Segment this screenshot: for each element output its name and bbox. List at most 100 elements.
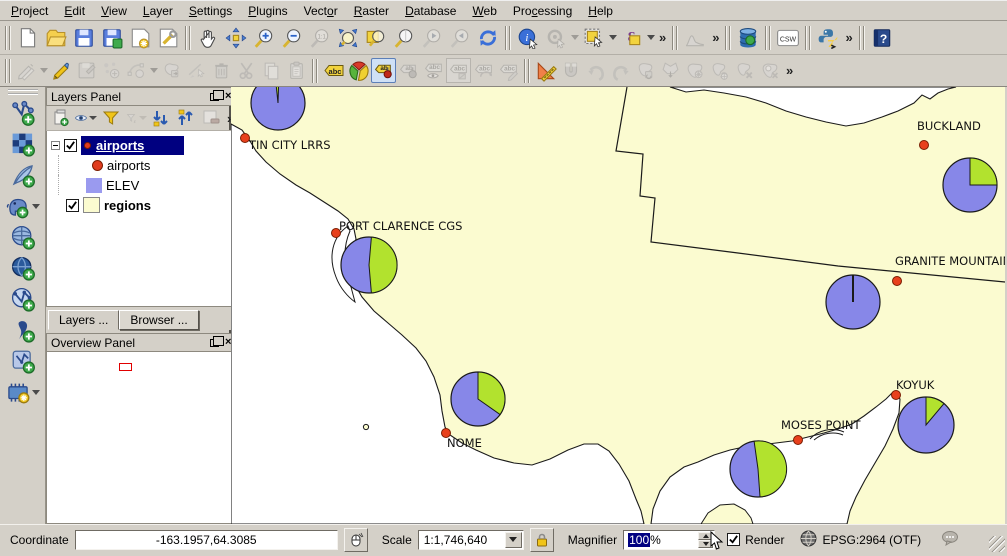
add-group-icon[interactable] <box>49 107 73 129</box>
new-project-icon[interactable] <box>14 24 42 52</box>
overview-extent-rectangle[interactable] <box>119 363 132 371</box>
select-features-dropdown[interactable] <box>609 35 617 40</box>
delete-selected-icon[interactable] <box>209 58 234 83</box>
add-wfs-layer-icon[interactable] <box>5 284 41 314</box>
collapse-expander-icon[interactable] <box>51 141 60 150</box>
menu-view[interactable]: View <box>94 3 134 19</box>
delete-part-icon[interactable] <box>733 58 758 83</box>
add-postgis-layer-icon[interactable] <box>1 191 45 221</box>
menu-plugins[interactable]: Plugins <box>241 3 294 19</box>
menu-project[interactable]: Project <box>4 3 55 19</box>
reshape-features-icon[interactable] <box>633 58 658 83</box>
add-vector-layer-icon[interactable] <box>5 98 41 128</box>
identify-features-icon[interactable]: i <box>514 24 542 52</box>
layer-label-regions[interactable]: regions <box>104 198 151 213</box>
zoom-next-icon[interactable] <box>446 24 474 52</box>
attribute-statistics-icon[interactable] <box>681 24 709 52</box>
menu-help[interactable]: Help <box>581 3 620 19</box>
add-feature-icon[interactable] <box>99 58 124 83</box>
new-shapefile-layer-icon[interactable] <box>5 346 41 376</box>
menu-settings[interactable]: Settings <box>182 3 239 19</box>
redo-icon[interactable] <box>608 58 633 83</box>
legend-row-airports-symbol[interactable]: airports <box>51 155 239 175</box>
add-spatialite-layer-icon[interactable] <box>5 222 41 252</box>
python-console-icon[interactable] <box>814 24 842 52</box>
rotate-label-icon[interactable]: abc <box>471 58 496 83</box>
show-hide-labels-icon[interactable]: abc <box>421 58 446 83</box>
magnifier-spinbox[interactable]: 100% <box>623 530 715 550</box>
statistics-overflow-icon[interactable]: » <box>709 30 722 45</box>
crs-status[interactable]: EPSG:2964 (OTF) <box>822 533 921 547</box>
save-project-as-icon[interactable] <box>98 24 126 52</box>
scale-combo[interactable]: 1:1,746,640 <box>418 530 524 550</box>
tab-layers[interactable]: Layers ... <box>48 310 119 330</box>
menu-processing[interactable]: Processing <box>506 3 579 19</box>
pin-unpin-labels-icon[interactable]: ab <box>371 58 396 83</box>
add-part-icon[interactable] <box>708 58 733 83</box>
toolbar-handle[interactable] <box>4 26 12 50</box>
undo-icon[interactable] <box>583 58 608 83</box>
add-oracle-layer-icon[interactable] <box>5 315 41 345</box>
resize-grip[interactable] <box>989 536 1005 552</box>
run-feature-action-icon[interactable] <box>542 24 570 52</box>
zoom-to-layer-icon[interactable] <box>362 24 390 52</box>
add-wms-layer-icon[interactable] <box>5 253 41 283</box>
map-canvas[interactable]: TIN CITY LRRS PORT CLARENCE CGS BUCKLAND… <box>231 87 1005 524</box>
rotate-feature-icon[interactable] <box>658 58 683 83</box>
save-project-icon[interactable] <box>70 24 98 52</box>
python-overflow-icon[interactable]: » <box>842 30 855 45</box>
cut-features-icon[interactable] <box>234 58 259 83</box>
zoom-native-icon[interactable]: 1:1 <box>306 24 334 52</box>
help-contents-icon[interactable]: ? <box>868 24 896 52</box>
offset-curve-icon[interactable] <box>184 58 209 83</box>
move-feature-icon[interactable] <box>159 58 184 83</box>
regions-checkbox[interactable] <box>66 199 79 212</box>
legend-row-elev[interactable]: ELEV <box>51 175 239 195</box>
save-layer-edits-icon[interactable] <box>74 58 99 83</box>
layer-row-airports[interactable]: airports <box>51 135 239 155</box>
snapping-options-icon[interactable] <box>558 58 583 83</box>
zoom-last-icon[interactable] <box>418 24 446 52</box>
scale-dropdown-icon[interactable] <box>505 532 522 548</box>
layer-label-airports[interactable]: airports <box>96 138 144 153</box>
toggle-extents-mouse-icon[interactable] <box>344 528 368 552</box>
toolbar1-overflow-icon[interactable]: » <box>656 30 669 45</box>
zoom-out-icon[interactable] <box>278 24 306 52</box>
collapse-all-icon[interactable] <box>174 107 198 129</box>
add-raster-layer-icon[interactable] <box>5 129 41 159</box>
change-label-icon[interactable]: abc <box>496 58 521 83</box>
add-delimited-text-layer-icon[interactable] <box>5 160 41 190</box>
crs-globe-icon[interactable] <box>800 530 817 550</box>
processing-toolbox-icon[interactable] <box>1 377 45 407</box>
menu-edit[interactable]: Edit <box>57 3 92 19</box>
refresh-map-icon[interactable] <box>474 24 502 52</box>
remove-layer-icon[interactable] <box>199 107 223 129</box>
toggle-editing-icon[interactable] <box>49 58 74 83</box>
layer-row-regions[interactable]: regions <box>51 195 239 215</box>
zoom-in-icon[interactable] <box>250 24 278 52</box>
delete-ring-icon[interactable] <box>758 58 783 83</box>
vtoolbar-handle[interactable] <box>8 89 38 95</box>
filter-legend-icon[interactable] <box>99 107 123 129</box>
toolbar2-overflow-icon[interactable]: » <box>783 63 796 78</box>
overview-map[interactable] <box>46 352 240 524</box>
node-tool-icon[interactable] <box>124 58 149 83</box>
composer-manager-icon[interactable] <box>154 24 182 52</box>
pan-to-selection-icon[interactable] <box>222 24 250 52</box>
layer-labeling-options-icon[interactable]: abc <box>321 58 346 83</box>
render-checkbox[interactable] <box>727 533 740 546</box>
menu-vector[interactable]: Vector <box>297 3 345 19</box>
deselect-dropdown[interactable] <box>647 35 655 40</box>
current-edits-dropdown[interactable] <box>40 68 48 73</box>
manage-layer-visibility-icon[interactable] <box>74 107 98 129</box>
current-edits-icon[interactable] <box>14 58 39 83</box>
copy-features-icon[interactable] <box>259 58 284 83</box>
menu-web[interactable]: Web <box>465 3 503 19</box>
feature-action-dropdown[interactable] <box>571 35 579 40</box>
simplify-feature-icon[interactable] <box>683 58 708 83</box>
expand-all-icon[interactable] <box>149 107 173 129</box>
toolbar-handle[interactable] <box>4 59 12 83</box>
tab-browser[interactable]: Browser ... <box>119 310 198 330</box>
new-print-composer-icon[interactable] <box>126 24 154 52</box>
node-tool-dropdown[interactable] <box>150 68 158 73</box>
